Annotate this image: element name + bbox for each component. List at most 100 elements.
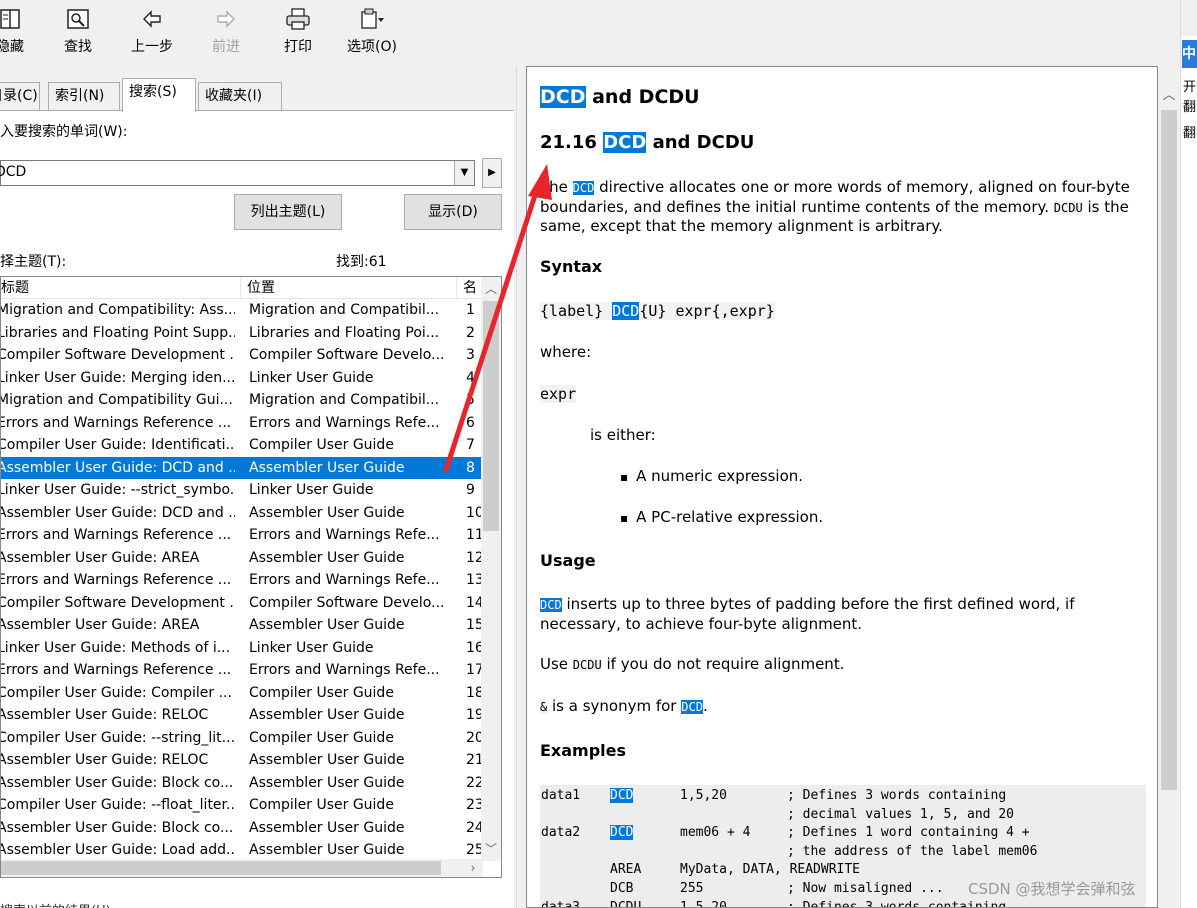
- table-row[interactable]: Assembler User Guide: DCD and ... Assembl…: [1, 456, 483, 479]
- pane-splitter[interactable]: [516, 66, 526, 908]
- usage-heading: Usage: [540, 551, 596, 570]
- topic-content: DCD and DCDU 21.16 DCD and DCDU The DCD …: [526, 66, 1158, 908]
- code-args: mem06 + 4: [680, 825, 751, 841]
- content-scroll-thumb[interactable]: [1161, 110, 1177, 790]
- table-row[interactable]: Migration and Compatibility: Ass... Migra…: [1, 299, 483, 322]
- row-location: Linker User Guide: [249, 639, 374, 656]
- code-label: data1: [541, 788, 581, 803]
- table-row[interactable]: Linker User Guide: Merging iden... Linker…: [1, 367, 483, 390]
- table-row[interactable]: Errors and Warnings Reference ... Errors …: [0, 524, 484, 547]
- table-row[interactable]: Linker User Guide: Methods of i... Linker…: [0, 637, 484, 660]
- scroll-thumb[interactable]: [483, 301, 499, 531]
- chevron-right-icon[interactable]: ▶: [482, 158, 502, 188]
- back-button[interactable]: 上一步: [122, 8, 182, 62]
- table-row[interactable]: Linker User Guide: --strict_symbo... Link…: [1, 479, 483, 502]
- table-row[interactable]: Assembler User Guide: DCD and ... Assembl…: [0, 502, 484, 525]
- watermark: CSDN @我想学会弹和弦: [968, 880, 1136, 898]
- chevron-down-icon[interactable]: ▼: [454, 161, 474, 185]
- print-button[interactable]: 打印: [268, 8, 328, 62]
- row-location: Migration and Compatibil...: [249, 302, 440, 318]
- forward-button[interactable]: 前进: [196, 8, 256, 62]
- results-list[interactable]: 标题 位置 名 Migration and Compatibility: Ass…: [0, 276, 502, 878]
- navigation-tabs: 目录(C) 索引(N) 搜索(S) 收藏夹(I): [0, 74, 516, 112]
- table-row[interactable]: Compiler Software Development ... Compile…: [0, 592, 484, 615]
- section-highlight: DCD: [603, 132, 647, 153]
- tab-contents[interactable]: 目录(C): [0, 82, 40, 110]
- row-location: Errors and Warnings Refe...: [249, 414, 440, 431]
- table-row[interactable]: Assembler User Guide: Block co... Assembl…: [0, 817, 484, 840]
- row-title: Assembler User Guide: AREA: [0, 617, 200, 633]
- section-number: 21.16: [540, 132, 604, 153]
- usage3-highlight: DCD: [681, 700, 703, 714]
- tab-index-label: 索引(N): [55, 88, 105, 104]
- table-row[interactable]: Compiler User Guide: Compiler ... Compile…: [1, 682, 484, 705]
- table-row[interactable]: Errors and Warnings Reference ... Errors …: [1, 659, 484, 682]
- back-arrow-icon: [139, 8, 165, 32]
- is-either-text: is either:: [590, 426, 656, 444]
- column-header-rank[interactable]: 名: [457, 277, 483, 299]
- content-vertical-scrollbar[interactable]: ︿: [1158, 66, 1180, 908]
- column-title-label: 标题: [1, 280, 29, 296]
- table-row[interactable]: Assembler User Guide: AREA Assembler User…: [0, 614, 484, 637]
- table-row[interactable]: Errors and Warnings Reference ... Errors …: [1, 412, 483, 435]
- usage-paragraph-3: & is a synonym for DCD.: [540, 697, 1140, 717]
- hide-button[interactable]: 隐藏: [0, 8, 40, 62]
- tab-search-label: 搜索(S): [129, 84, 177, 100]
- row-title: Assembler User Guide: DCD and ...: [0, 504, 235, 521]
- scroll-down-icon[interactable]: ﹀: [481, 839, 501, 859]
- found-count: 找到:61: [336, 254, 387, 270]
- scroll-up-icon[interactable]: ︿: [481, 279, 501, 299]
- column-header-title[interactable]: 标题: [1, 277, 241, 299]
- row-title: Assembler User Guide: Block co...: [0, 819, 234, 836]
- table-row[interactable]: Compiler User Guide: --string_lit... Comp…: [1, 727, 484, 750]
- row-title: Compiler User Guide: --float_liter...: [0, 797, 235, 813]
- usage-paragraph-1: DCD inserts up to three bytes of padding…: [540, 595, 1140, 633]
- row-location: Compiler User Guide: [249, 437, 394, 453]
- scroll-right-icon[interactable]: ›: [463, 859, 483, 877]
- code-op: DCB: [610, 881, 634, 896]
- results-header: 标题 位置 名: [1, 277, 483, 299]
- table-row[interactable]: Assembler User Guide: AREA Assembler User…: [1, 547, 484, 570]
- edge-text: 翻: [1183, 100, 1197, 115]
- scroll-up-icon[interactable]: ︿: [1158, 84, 1180, 104]
- table-row[interactable]: Libraries and Floating Point Supp... Libr…: [1, 322, 483, 345]
- results-horizontal-scrollbar[interactable]: ›: [1, 859, 483, 877]
- search-input[interactable]: DCD ▼: [0, 160, 475, 186]
- display-button[interactable]: 显示(D): [404, 194, 502, 230]
- row-title: Errors and Warnings Reference ...: [0, 527, 232, 543]
- results-vertical-scrollbar[interactable]: ︿ ﹀: [481, 277, 501, 861]
- row-title: Assembler User Guide: Block co...: [0, 774, 234, 791]
- tab-index[interactable]: 索引(N): [48, 82, 120, 110]
- table-row[interactable]: Assembler User Guide: RELOC Assembler Use…: [1, 749, 484, 772]
- usage1-highlight: DCD: [540, 598, 562, 612]
- list-topics-button[interactable]: 列出主题(L): [234, 194, 342, 230]
- code-op: DCD: [610, 825, 634, 841]
- table-row[interactable]: Compiler Software Development ... Compile…: [1, 344, 483, 367]
- options-button[interactable]: 选项(O): [342, 8, 402, 62]
- print-label: 打印: [284, 39, 312, 55]
- printer-icon: [285, 8, 311, 32]
- table-row[interactable]: Assembler User Guide: Block co... Assembl…: [0, 772, 484, 795]
- table-row[interactable]: Assembler User Guide: RELOC Assembler Use…: [1, 704, 484, 727]
- previous-results-checkbox-label[interactable]: 搜索以前的结果(U): [0, 900, 111, 908]
- find-button[interactable]: 查找: [48, 8, 108, 62]
- tab-search[interactable]: 搜索(S): [122, 78, 196, 112]
- tab-favorites[interactable]: 收藏夹(I): [198, 82, 282, 110]
- code-args: 1,5,20: [680, 788, 727, 803]
- table-row[interactable]: Errors and Warnings Reference ... Errors …: [1, 569, 484, 592]
- row-location: Assembler User Guide: [249, 617, 405, 633]
- row-title: Linker User Guide: Methods of i...: [0, 639, 231, 656]
- table-row[interactable]: Compiler User Guide: Identificati... Comp…: [1, 434, 483, 457]
- column-header-location[interactable]: 位置: [241, 277, 457, 299]
- table-row[interactable]: Compiler User Guide: --float_liter... Com…: [0, 794, 484, 817]
- select-topic-label: 选择主题(T):: [0, 254, 67, 270]
- options-icon: [359, 8, 385, 32]
- title-rest: and DCDU: [585, 86, 700, 108]
- intro-code: DCDU: [1053, 200, 1083, 215]
- table-row[interactable]: Migration and Compatibility Gui... Migrat…: [1, 389, 483, 412]
- usage1-rest: inserts up to three bytes of padding bef…: [540, 595, 1075, 633]
- row-title: Migration and Compatibility Gui...: [0, 392, 233, 408]
- row-title: Compiler Software Development ...: [0, 594, 235, 611]
- hscroll-thumb[interactable]: [1, 861, 441, 875]
- expr-term: expr: [540, 385, 1140, 404]
